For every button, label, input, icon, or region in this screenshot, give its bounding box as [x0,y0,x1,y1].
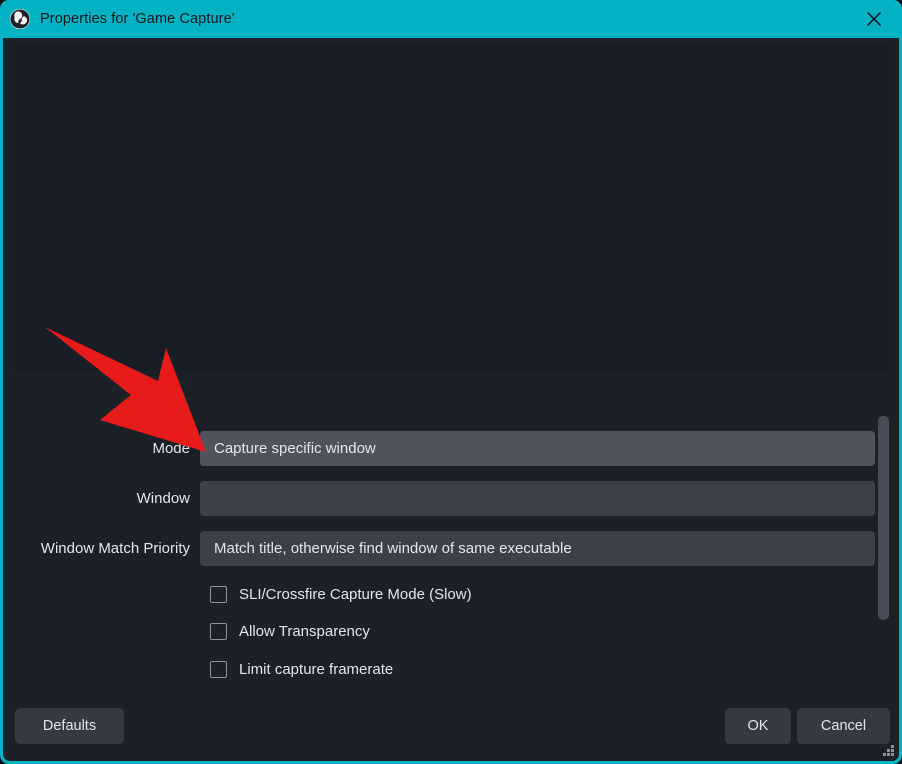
title-bar[interactable]: Properties for 'Game Capture' [0,0,902,38]
obs-logo-icon [9,8,31,30]
properties-scrollbar[interactable] [875,380,891,697]
close-icon [866,11,882,27]
label-window-match-priority: Window Match Priority [40,540,190,557]
cancel-button[interactable]: Cancel [797,708,890,744]
checkbox-label-limit-capture-framerate: Limit capture framerate [239,660,394,678]
checkbox-row-capture-cursor[interactable]: Capture Cursor [210,695,342,697]
checkbox-sli-crossfire[interactable] [210,585,227,603]
window-match-priority-combobox[interactable]: Match title, otherwise find window of sa… [200,531,875,566]
checkbox-row-limit-capture-framerate[interactable]: Limit capture framerate [210,658,393,680]
resize-grip[interactable] [880,742,894,756]
checkbox-limit-capture-framerate[interactable] [210,660,227,678]
checkbox-allow-transparency[interactable] [210,622,227,640]
form-row-mode: Mode Capture specific window [3,431,875,466]
scrollbar-thumb[interactable] [878,416,889,620]
form-row-window-match-priority: Window Match Priority Match title, other… [3,531,875,566]
form-row-window: Window [3,481,875,516]
ok-button[interactable]: OK [725,708,791,744]
checkbox-label-allow-transparency: Allow Transparency [239,622,370,640]
label-mode: Mode [152,440,190,457]
properties-dialog-window: Properties for 'Game Capture' Mode Captu… [0,0,902,764]
window-title: Properties for 'Game Capture' [40,11,235,27]
close-button[interactable] [846,0,902,38]
checkbox-row-allow-transparency[interactable]: Allow Transparency [210,620,370,642]
window-combobox[interactable] [200,481,875,516]
checkbox-row-sli-crossfire[interactable]: SLI/Crossfire Capture Mode (Slow) [210,583,472,605]
dialog-body: Mode Capture specific window Window Wind… [3,38,899,761]
mode-combobox[interactable]: Capture specific window [200,431,875,466]
checkbox-label-sli-crossfire: SLI/Crossfire Capture Mode (Slow) [239,585,472,603]
label-window: Window [136,490,190,507]
defaults-button[interactable]: Defaults [15,708,124,744]
properties-scroll-area: Mode Capture specific window Window Wind… [3,380,899,697]
source-preview [15,45,887,372]
